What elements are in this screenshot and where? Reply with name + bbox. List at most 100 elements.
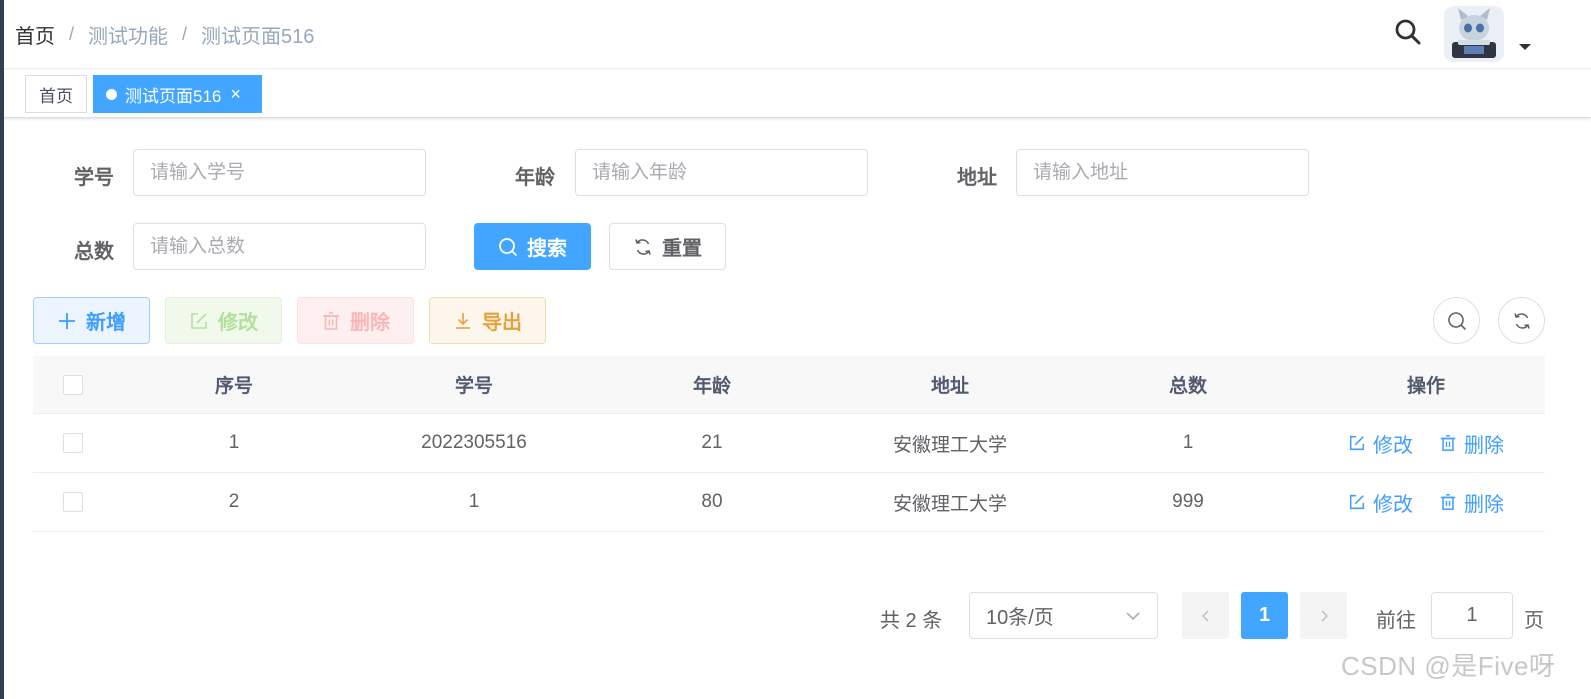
refresh-icon xyxy=(635,238,651,255)
delete-button[interactable]: 删除 xyxy=(297,297,414,344)
tag-home[interactable]: 首页 xyxy=(25,75,87,113)
avatar[interactable] xyxy=(1444,6,1504,62)
edit-button-label: 修改 xyxy=(218,312,258,334)
select-all-checkbox[interactable] xyxy=(63,374,83,395)
cell-index: 2 xyxy=(228,491,240,512)
export-button[interactable]: 导出 xyxy=(429,297,546,344)
toggle-search-button[interactable] xyxy=(1433,297,1480,344)
cell-actions: 修改 删除 xyxy=(1307,414,1545,472)
row-checkbox[interactable] xyxy=(63,492,83,512)
cell-address: 安徽理工大学 xyxy=(892,493,1007,515)
download-icon xyxy=(456,312,470,329)
row-select xyxy=(33,473,113,531)
prev-page-button[interactable] xyxy=(1182,592,1229,639)
cell-age: 80 xyxy=(701,491,723,512)
row-checkbox[interactable] xyxy=(63,433,83,453)
add-button-label: 新增 xyxy=(86,312,126,334)
active-dot-icon xyxy=(106,88,117,100)
search-button-label: 搜索 xyxy=(527,238,567,260)
cell-student-id: 2022305516 xyxy=(421,432,527,453)
plus-icon xyxy=(59,312,75,329)
total-input[interactable] xyxy=(133,223,426,270)
total-label: 总数 xyxy=(74,241,114,263)
table-row: 2 1 80 安徽理工大学 999 修改 删除 xyxy=(33,473,1545,532)
search-icon xyxy=(499,237,517,256)
row-edit-link[interactable]: 修改 xyxy=(1348,488,1413,517)
page-number-button[interactable]: 1 xyxy=(1241,592,1288,639)
column-header: 年龄 xyxy=(692,376,731,397)
cell-address: 安徽理工大学 xyxy=(892,434,1007,456)
page-suffix: 页 xyxy=(1524,610,1544,632)
table-header: 序号 学号 年龄 地址 总数 操作 xyxy=(33,356,1545,414)
row-delete-link[interactable]: 删除 xyxy=(1439,429,1504,458)
breadcrumb-test-function[interactable]: 测试功能 xyxy=(88,20,168,49)
close-icon[interactable]: × xyxy=(230,85,241,103)
breadcrumb-current-page: 测试页面516 xyxy=(201,26,315,48)
cell-total: 999 xyxy=(1172,491,1204,512)
navbar: 首页 / 测试功能 / 测试页面516 xyxy=(4,0,1591,69)
reset-button-label: 重置 xyxy=(662,238,702,260)
table-row: 1 2022305516 21 安徽理工大学 1 修改 删除 xyxy=(33,414,1545,473)
row-select xyxy=(33,414,113,472)
chevron-left-icon xyxy=(1201,609,1209,622)
column-header: 总数 xyxy=(1168,376,1207,397)
breadcrumb: 首页 / 测试功能 / 测试页面516 xyxy=(15,20,314,49)
row-edit-label: 修改 xyxy=(1373,434,1413,457)
row-delete-link[interactable]: 删除 xyxy=(1439,488,1504,517)
edit-icon xyxy=(191,312,207,329)
export-button-label: 导出 xyxy=(482,312,522,334)
address-label: 地址 xyxy=(957,167,997,189)
goto-label: 前往 xyxy=(1376,610,1416,632)
refresh-button[interactable] xyxy=(1498,297,1545,344)
pagination-total: 共 2 条 xyxy=(880,610,943,632)
row-delete-label: 删除 xyxy=(1464,434,1504,457)
student-id-input[interactable] xyxy=(133,149,426,196)
column-header: 学号 xyxy=(454,376,493,397)
student-id-label: 学号 xyxy=(74,167,114,189)
tag-active-page[interactable]: 测试页面516 × xyxy=(93,75,262,113)
search-icon[interactable] xyxy=(1394,18,1422,46)
breadcrumb-separator: / xyxy=(69,24,75,44)
page-size-select[interactable]: 10条/页 xyxy=(969,592,1158,639)
row-edit-link[interactable]: 修改 xyxy=(1348,429,1413,458)
cell-index: 1 xyxy=(228,432,240,453)
breadcrumb-home[interactable]: 首页 xyxy=(15,20,55,49)
watermark: CSDN @是Five呀 xyxy=(1341,651,1556,681)
chevron-down-icon xyxy=(1126,611,1140,620)
goto-page-input[interactable] xyxy=(1431,592,1513,639)
trash-icon xyxy=(1440,435,1456,451)
cell-student-id: 1 xyxy=(468,491,480,512)
tag-active-label: 测试页面516 xyxy=(125,86,222,106)
trash-icon xyxy=(323,311,339,330)
edit-button[interactable]: 修改 xyxy=(165,297,282,344)
cell-age: 21 xyxy=(701,432,723,453)
column-header: 操作 xyxy=(1406,376,1445,397)
refresh-icon xyxy=(1513,312,1530,329)
edit-icon xyxy=(1349,435,1365,451)
header-select-all xyxy=(33,356,113,413)
search-button[interactable]: 搜索 xyxy=(474,223,591,270)
age-label: 年龄 xyxy=(515,167,555,189)
add-button[interactable]: 新增 xyxy=(33,297,150,344)
tag-home-label: 首页 xyxy=(39,86,73,106)
trash-icon xyxy=(1440,494,1456,510)
search-icon xyxy=(1447,311,1466,330)
row-edit-label: 修改 xyxy=(1373,493,1413,516)
next-page-button[interactable] xyxy=(1300,592,1347,639)
cell-actions: 修改 删除 xyxy=(1307,473,1545,531)
reset-button[interactable]: 重置 xyxy=(609,223,726,270)
address-input[interactable] xyxy=(1016,149,1309,196)
delete-button-label: 删除 xyxy=(350,312,390,334)
breadcrumb-separator: / xyxy=(182,24,188,44)
page-size-value: 10条/页 xyxy=(986,607,1054,629)
row-delete-label: 删除 xyxy=(1464,493,1504,516)
data-table: 序号 学号 年龄 地址 总数 操作 1 2022305516 21 安徽理工大学… xyxy=(33,356,1545,532)
caret-down-icon[interactable] xyxy=(1519,44,1531,50)
tags-view: 首页 测试页面516 × xyxy=(4,70,1591,118)
chevron-right-icon xyxy=(1320,609,1328,622)
column-header: 序号 xyxy=(214,376,253,397)
edit-icon xyxy=(1349,494,1365,510)
cell-total: 1 xyxy=(1182,432,1194,453)
age-input[interactable] xyxy=(575,149,868,196)
column-header: 地址 xyxy=(930,376,969,397)
